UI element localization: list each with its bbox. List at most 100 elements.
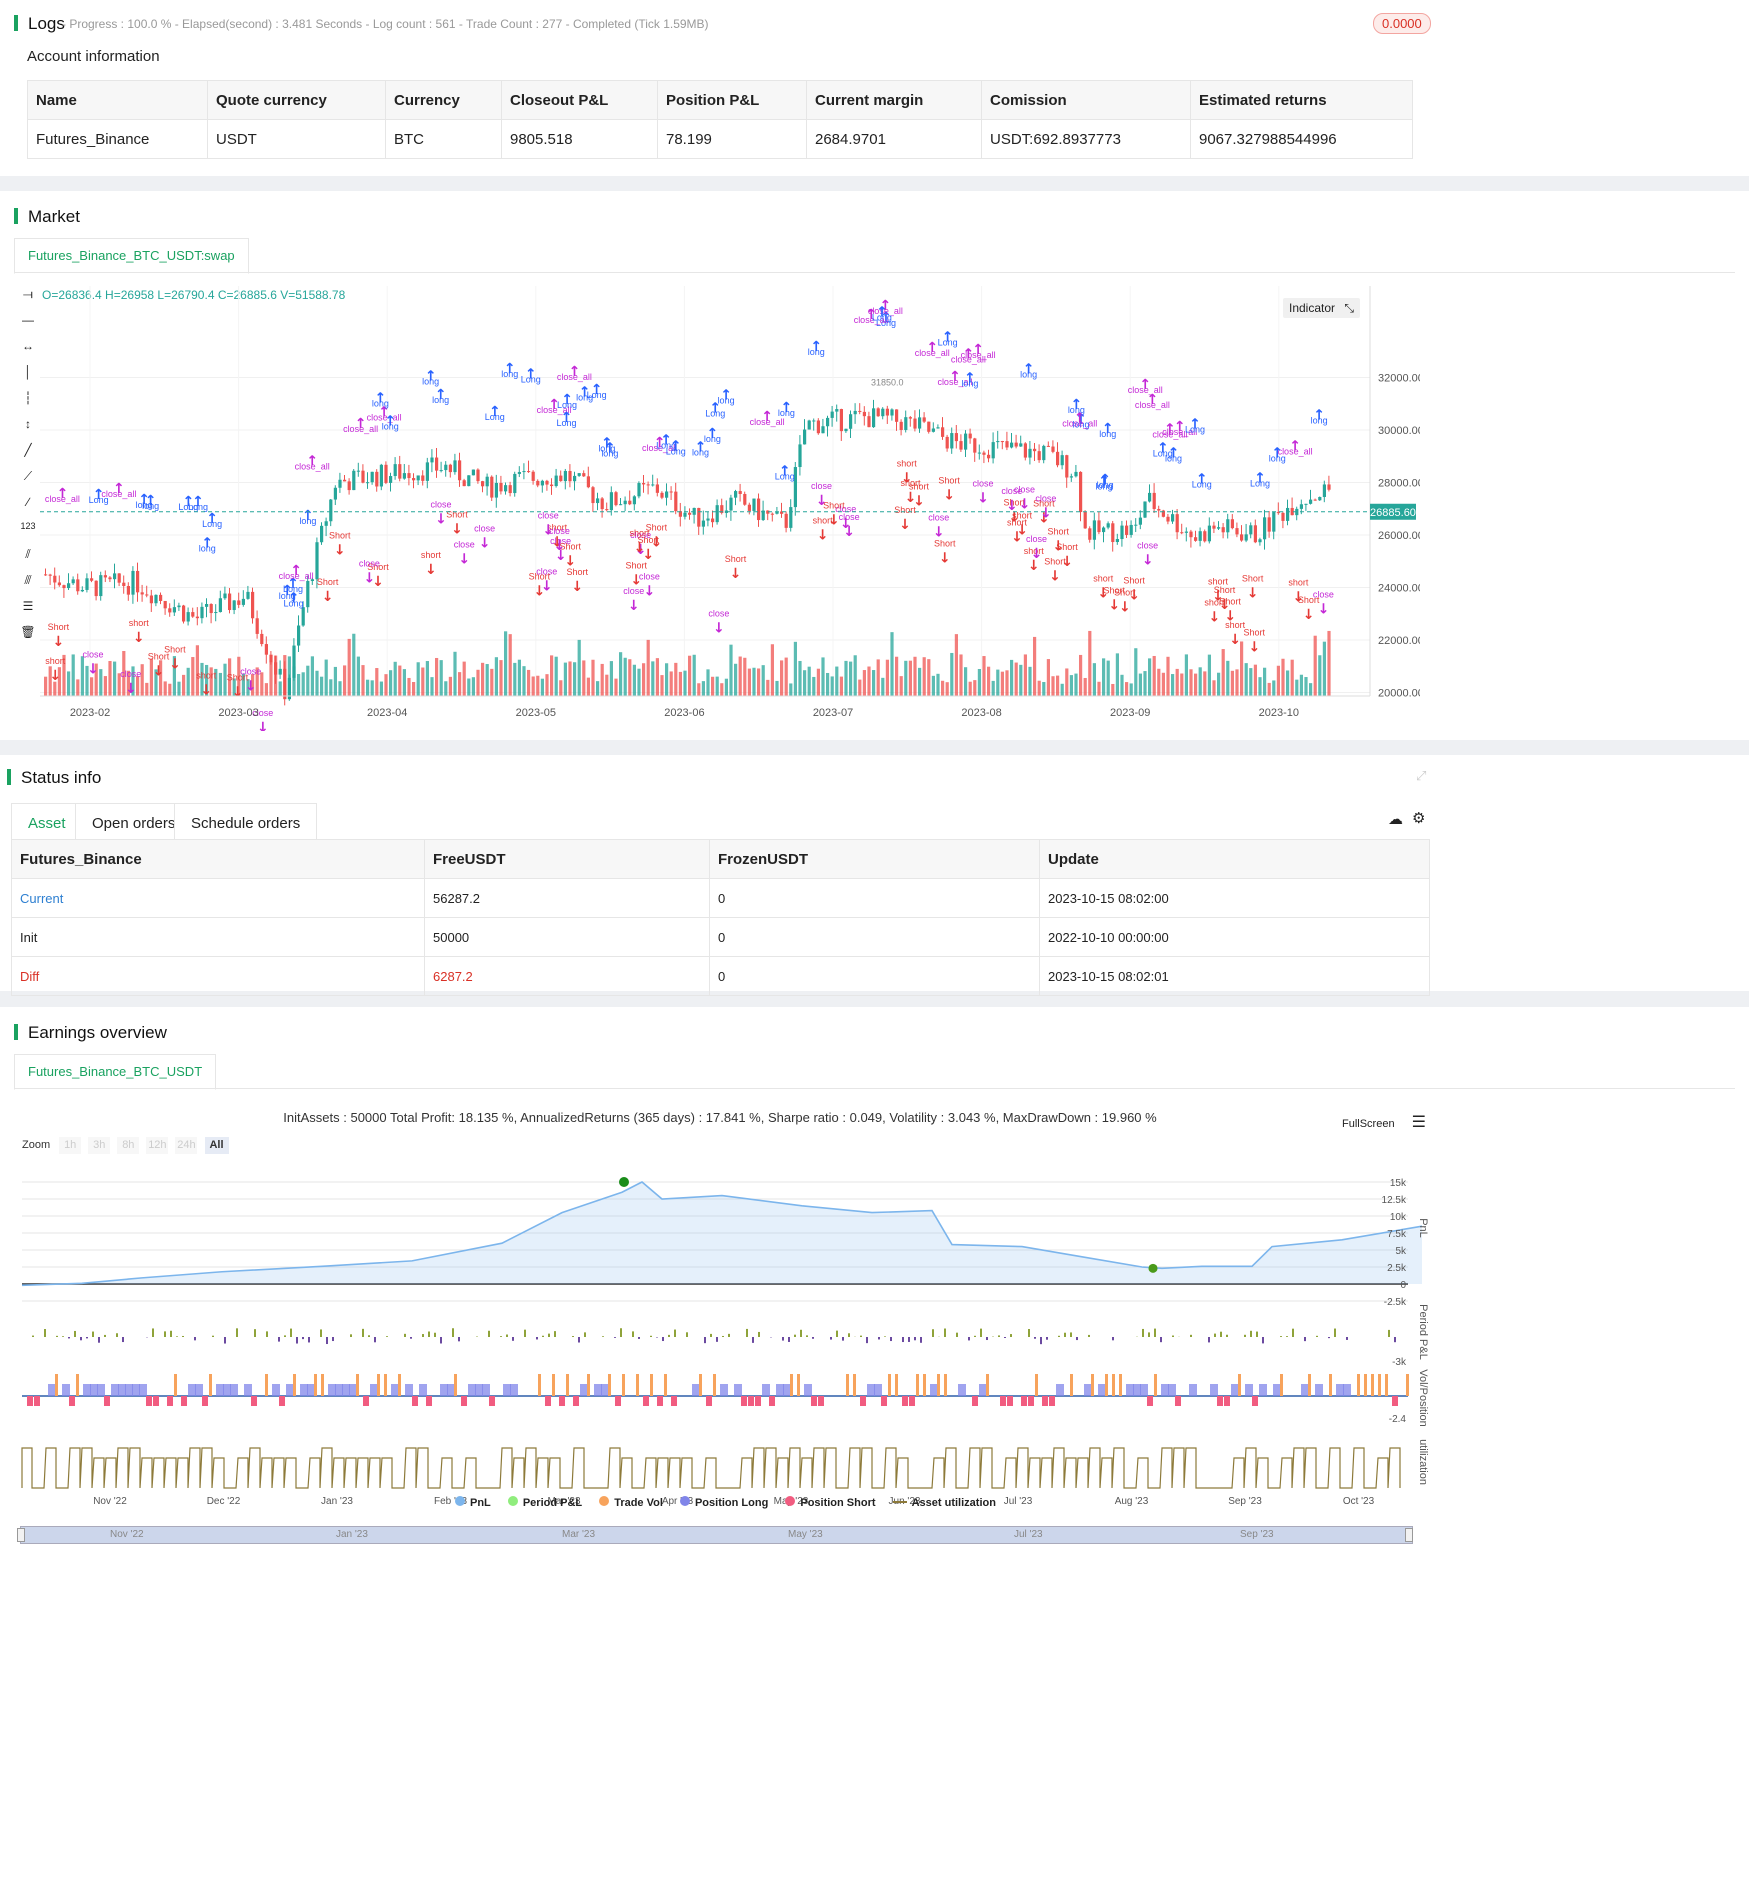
signal-arrow: ↓ bbox=[817, 528, 829, 544]
volume-bar bbox=[1037, 680, 1041, 696]
signal-arrow: ↓ bbox=[169, 657, 181, 673]
trade-vol-bar bbox=[1112, 1374, 1115, 1396]
position-short-bar bbox=[559, 1396, 565, 1406]
chart-grid bbox=[40, 286, 1370, 696]
period-bar bbox=[572, 1336, 574, 1337]
trade-vol-bar bbox=[76, 1374, 79, 1396]
volume-bar bbox=[333, 666, 337, 696]
volume-bar bbox=[1281, 658, 1285, 696]
min-marker[interactable] bbox=[1148, 1263, 1158, 1273]
candle-body bbox=[715, 505, 719, 523]
period-bar bbox=[1142, 1328, 1144, 1337]
volume-bar bbox=[987, 666, 991, 696]
navigator-handle-right[interactable] bbox=[1405, 1528, 1413, 1542]
zoom-12h[interactable]: 12h bbox=[146, 1137, 169, 1154]
tab-schedule-orders[interactable]: Schedule orders bbox=[174, 803, 318, 844]
candle-body bbox=[1226, 519, 1230, 533]
cell: 0 bbox=[709, 917, 1040, 957]
volume-bar bbox=[490, 668, 494, 696]
profit-badge[interactable]: 0.0000 bbox=[1373, 13, 1431, 34]
volume-bar bbox=[784, 657, 788, 696]
period-bar bbox=[308, 1337, 310, 1343]
candle-body bbox=[1322, 484, 1326, 497]
candle-body bbox=[1313, 499, 1317, 501]
x-tick-label: 2023-02 bbox=[70, 707, 110, 719]
legend-item-pnl[interactable]: PnL bbox=[455, 1496, 491, 1509]
legend-item-position-long[interactable]: Position Long bbox=[679, 1496, 768, 1509]
candle-body bbox=[333, 487, 337, 500]
tab-earnings-symbol[interactable]: Futures_Binance_BTC_USDT bbox=[14, 1054, 217, 1090]
legend-item-trade-vol[interactable]: Trade Vol bbox=[599, 1496, 663, 1509]
candle-body bbox=[218, 598, 222, 613]
period-bar bbox=[1316, 1335, 1318, 1337]
volume-bar bbox=[826, 672, 830, 696]
candle-body bbox=[789, 507, 793, 528]
volume-bar bbox=[108, 661, 112, 696]
legend-item-position-short[interactable]: Position Short bbox=[785, 1496, 876, 1509]
earnings-summary: InitAssets : 50000 Total Profit: 18.135 … bbox=[283, 1110, 1157, 1125]
signal-arrow: ↑ bbox=[604, 440, 616, 456]
volume-bar bbox=[1272, 680, 1276, 696]
candle-body bbox=[826, 417, 830, 427]
zoom-all[interactable]: All bbox=[204, 1137, 229, 1154]
menu-icon[interactable]: ☰ bbox=[1412, 1114, 1426, 1131]
gear-icon[interactable]: ⚙ bbox=[1412, 809, 1425, 827]
legend-item-asset-utilization[interactable]: Asset utilization bbox=[892, 1497, 996, 1509]
volume-bar bbox=[688, 655, 692, 696]
candle-body bbox=[609, 492, 613, 511]
volume-bar bbox=[531, 676, 535, 696]
signal-arrow: ↓ bbox=[713, 620, 725, 636]
cloud-download-icon[interactable]: ☁ bbox=[1388, 810, 1403, 828]
candlestick-chart[interactable]: close↓long↑short↓Short↓short↓Long↑Long↑c… bbox=[0, 281, 1420, 731]
cell: 50000 bbox=[424, 917, 710, 957]
navigator-handle-left[interactable] bbox=[17, 1528, 25, 1542]
pnl-tick-label: 12.5k bbox=[1382, 1195, 1407, 1206]
candle-body bbox=[407, 473, 411, 479]
position-long-bar bbox=[307, 1384, 315, 1396]
period-bar bbox=[974, 1335, 976, 1337]
position-long-bar bbox=[958, 1384, 966, 1396]
volume-bar bbox=[711, 676, 715, 696]
range-navigator[interactable] bbox=[20, 1526, 1413, 1544]
candle-body bbox=[1171, 514, 1175, 522]
signal-arrow: ↓ bbox=[644, 583, 656, 599]
period-bar bbox=[554, 1331, 556, 1337]
trade-vol-bar bbox=[986, 1374, 989, 1396]
tab-asset[interactable]: Asset bbox=[11, 803, 83, 844]
candle-body bbox=[494, 482, 498, 498]
position-short-bar bbox=[489, 1396, 495, 1406]
volume-bar bbox=[1148, 658, 1152, 696]
candle-body bbox=[531, 471, 535, 481]
period-bar bbox=[614, 1337, 616, 1338]
cell: 56287.2 bbox=[424, 878, 710, 918]
y-tick-label: 32000.00 bbox=[1378, 373, 1420, 385]
candle-body bbox=[540, 480, 544, 486]
candle-body bbox=[660, 492, 664, 498]
period-bar bbox=[1034, 1337, 1036, 1339]
period-bar bbox=[1250, 1330, 1252, 1337]
signal-arrow: ↓ bbox=[730, 566, 742, 582]
zoom-24h[interactable]: 24h bbox=[175, 1137, 198, 1154]
max-marker[interactable] bbox=[619, 1177, 629, 1187]
x-tick-label: 2023-08 bbox=[961, 707, 1001, 719]
zoom-1h[interactable]: 1h bbox=[59, 1137, 82, 1154]
candle-body bbox=[163, 600, 167, 609]
candle-body bbox=[1125, 525, 1129, 535]
candle-body bbox=[1309, 499, 1313, 504]
collapse-icon[interactable]: ⤢ bbox=[1416, 768, 1426, 784]
fullscreen-button[interactable]: FullScreen ☰ bbox=[1342, 1112, 1426, 1132]
zoom-3h[interactable]: 3h bbox=[88, 1137, 111, 1154]
signal-arrow: ↑ bbox=[201, 536, 213, 552]
trade-vol-bar bbox=[937, 1374, 940, 1396]
volume-bar bbox=[1267, 682, 1271, 696]
tab-symbol[interactable]: Futures_Binance_BTC_USDT:swap bbox=[14, 238, 249, 274]
candle-body bbox=[628, 500, 632, 505]
legend-item-period-pnl[interactable]: Period P&L bbox=[507, 1496, 582, 1509]
earnings-chart[interactable]: 15k 12.5k 10k 7.5k 5k 2.5k 0 -2.5k -3k -2.4 PnL Per… bbox=[0, 1162, 1440, 1552]
volume-bar bbox=[1166, 656, 1170, 696]
candle-body bbox=[122, 582, 126, 587]
row-label: Current bbox=[11, 878, 425, 918]
candle-body bbox=[329, 499, 333, 522]
zoom-8h[interactable]: 8h bbox=[117, 1137, 140, 1154]
candle-body bbox=[251, 591, 255, 619]
